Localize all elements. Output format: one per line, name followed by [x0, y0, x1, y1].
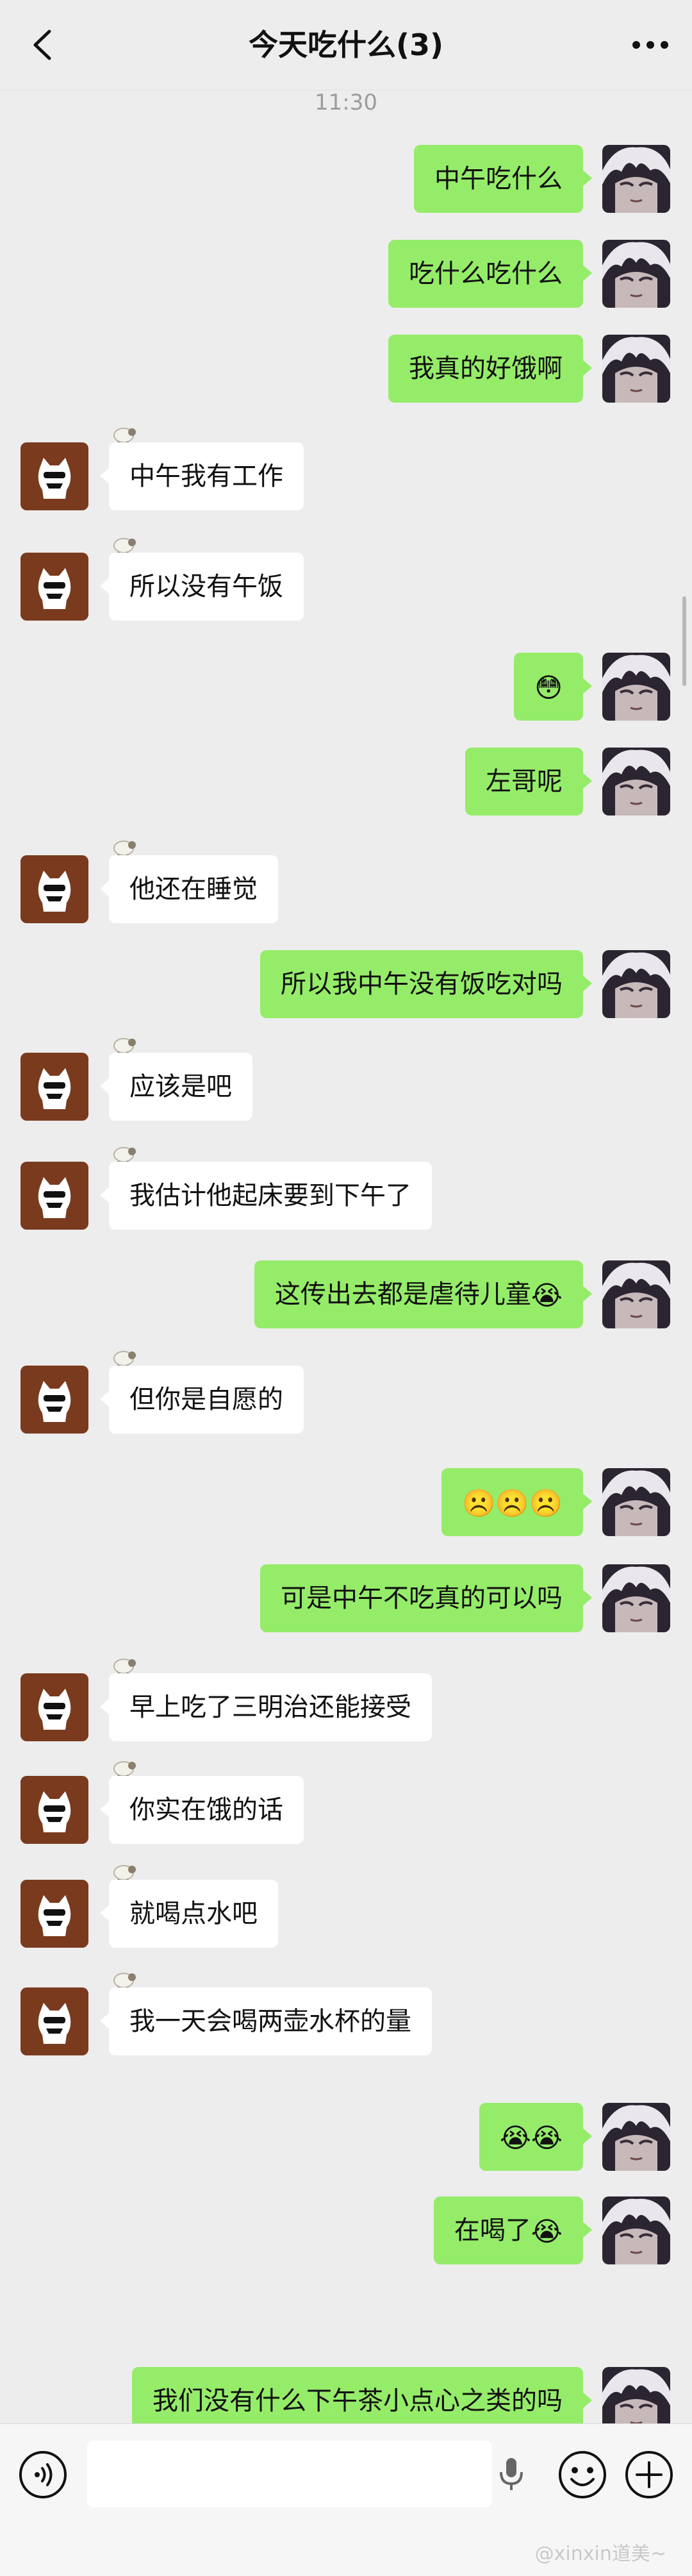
- message-text: 我一天会喝两壶水杯的量: [129, 2007, 411, 2036]
- scrollbar[interactable]: [682, 596, 686, 686]
- emoji: 😭: [531, 2216, 563, 2247]
- my-avatar[interactable]: [602, 1468, 670, 1536]
- sender-avatar[interactable]: [21, 1162, 88, 1230]
- sender-avatar[interactable]: [21, 553, 88, 621]
- message-text: 所以我中午没有饭吃对吗: [281, 969, 563, 999]
- message-text: 你实在饿的话: [129, 1795, 283, 1825]
- time-divider: 11:30: [315, 90, 377, 115]
- my-avatar[interactable]: [602, 653, 670, 721]
- plus-icon: [625, 2451, 673, 2498]
- chat-title: 今天吃什么(3): [248, 28, 444, 62]
- emoji: ☹️☹️☹️: [462, 1487, 563, 1519]
- their-message-bubble[interactable]: 他还在睡觉: [100, 855, 278, 923]
- message-text: 就喝点水吧: [129, 1899, 258, 1928]
- sender-avatar[interactable]: [21, 1880, 88, 1948]
- watermark: @xinxin道美~: [534, 2543, 666, 2565]
- their-message-bubble[interactable]: 我一天会喝两壶水杯的量: [100, 1987, 432, 2055]
- message-text: 我真的好饿啊: [409, 354, 563, 383]
- their-message-bubble[interactable]: 但你是自愿的: [100, 1366, 304, 1434]
- message-text: 我估计他起床要到下午了: [129, 1181, 411, 1210]
- my-avatar[interactable]: [602, 240, 670, 308]
- emoji: 😭: [531, 1280, 563, 1311]
- voice-icon: [19, 2451, 67, 2498]
- their-message-bubble[interactable]: 中午我有工作: [100, 442, 304, 510]
- smile-icon: [559, 2451, 606, 2498]
- sender-avatar[interactable]: [21, 442, 88, 510]
- my-avatar[interactable]: [602, 950, 670, 1018]
- message-text: 早上吃了三明治还能接受: [129, 1693, 411, 1722]
- my-message-bubble[interactable]: 左哥呢: [465, 748, 592, 815]
- sender-avatar[interactable]: [21, 1776, 88, 1844]
- sender-avatar[interactable]: [21, 1987, 88, 2055]
- message-text: 我们没有什么下午茶小点心之类的吗: [152, 2386, 563, 2416]
- message-text: 他还在睡觉: [129, 874, 258, 904]
- message-text: 中午我有工作: [129, 462, 283, 491]
- input-bar: @xinxin道美~: [0, 2423, 692, 2576]
- their-message-bubble[interactable]: 应该是吧: [100, 1053, 252, 1121]
- my-avatar[interactable]: [602, 748, 670, 815]
- my-message-bubble[interactable]: 所以我中午没有饭吃对吗: [260, 950, 592, 1018]
- message-text: 但你是自愿的: [129, 1385, 283, 1414]
- my-message-bubble[interactable]: 😳: [514, 653, 592, 721]
- message-text: 所以没有午饭: [129, 572, 283, 601]
- sender-avatar[interactable]: [21, 1673, 88, 1741]
- my-message-bubble[interactable]: 这传出去都是虐待儿童😭: [254, 1260, 593, 1328]
- message-text: 应该是吧: [129, 1072, 232, 1101]
- my-avatar[interactable]: [602, 2196, 670, 2264]
- my-message-bubble[interactable]: 吃什么吃什么: [388, 240, 592, 308]
- message-text: 吃什么吃什么: [409, 259, 563, 289]
- emoji: 😭😭: [499, 2122, 563, 2154]
- nav-bar: 今天吃什么(3): [0, 0, 692, 90]
- my-avatar[interactable]: [602, 335, 670, 403]
- message-text: 在喝了: [454, 2216, 531, 2245]
- my-avatar[interactable]: [602, 2103, 670, 2171]
- their-message-bubble[interactable]: 我估计他起床要到下午了: [100, 1162, 432, 1230]
- message-input[interactable]: [87, 2441, 492, 2507]
- voice-button[interactable]: [18, 2450, 68, 2500]
- more-button[interactable]: [628, 26, 673, 64]
- my-message-bubble[interactable]: 中午吃什么: [414, 145, 592, 213]
- message-text: 左哥呢: [486, 767, 563, 796]
- sender-avatar[interactable]: [21, 1053, 88, 1121]
- plus-button[interactable]: [624, 2450, 674, 2500]
- my-message-bubble[interactable]: 可是中午不吃真的可以吗: [260, 1564, 592, 1632]
- my-message-bubble[interactable]: 在喝了😭: [433, 2196, 593, 2264]
- their-message-bubble[interactable]: 早上吃了三明治还能接受: [100, 1673, 432, 1741]
- mic-button[interactable]: [493, 2456, 529, 2492]
- my-message-bubble[interactable]: 我真的好饿啊: [388, 335, 592, 403]
- message-text: 这传出去都是虐待儿童: [274, 1280, 531, 1309]
- emoji: 😳: [534, 672, 563, 703]
- my-avatar[interactable]: [602, 145, 670, 213]
- message-text: 中午吃什么: [434, 164, 563, 194]
- their-message-bubble[interactable]: 所以没有午饭: [100, 553, 304, 621]
- sender-avatar[interactable]: [21, 1366, 88, 1434]
- their-message-bubble[interactable]: 就喝点水吧: [100, 1880, 278, 1948]
- sender-avatar[interactable]: [21, 855, 88, 923]
- their-message-bubble[interactable]: 你实在饿的话: [100, 1776, 304, 1844]
- message-text: 可是中午不吃真的可以吗: [281, 1584, 563, 1613]
- more-dots-icon: [632, 41, 668, 49]
- emoji-button[interactable]: [557, 2450, 607, 2500]
- my-avatar[interactable]: [602, 1564, 670, 1632]
- my-avatar[interactable]: [602, 1260, 670, 1328]
- my-message-bubble[interactable]: ☹️☹️☹️: [441, 1468, 592, 1536]
- my-message-bubble[interactable]: 😭😭: [479, 2103, 593, 2171]
- mic-icon: [500, 2458, 523, 2490]
